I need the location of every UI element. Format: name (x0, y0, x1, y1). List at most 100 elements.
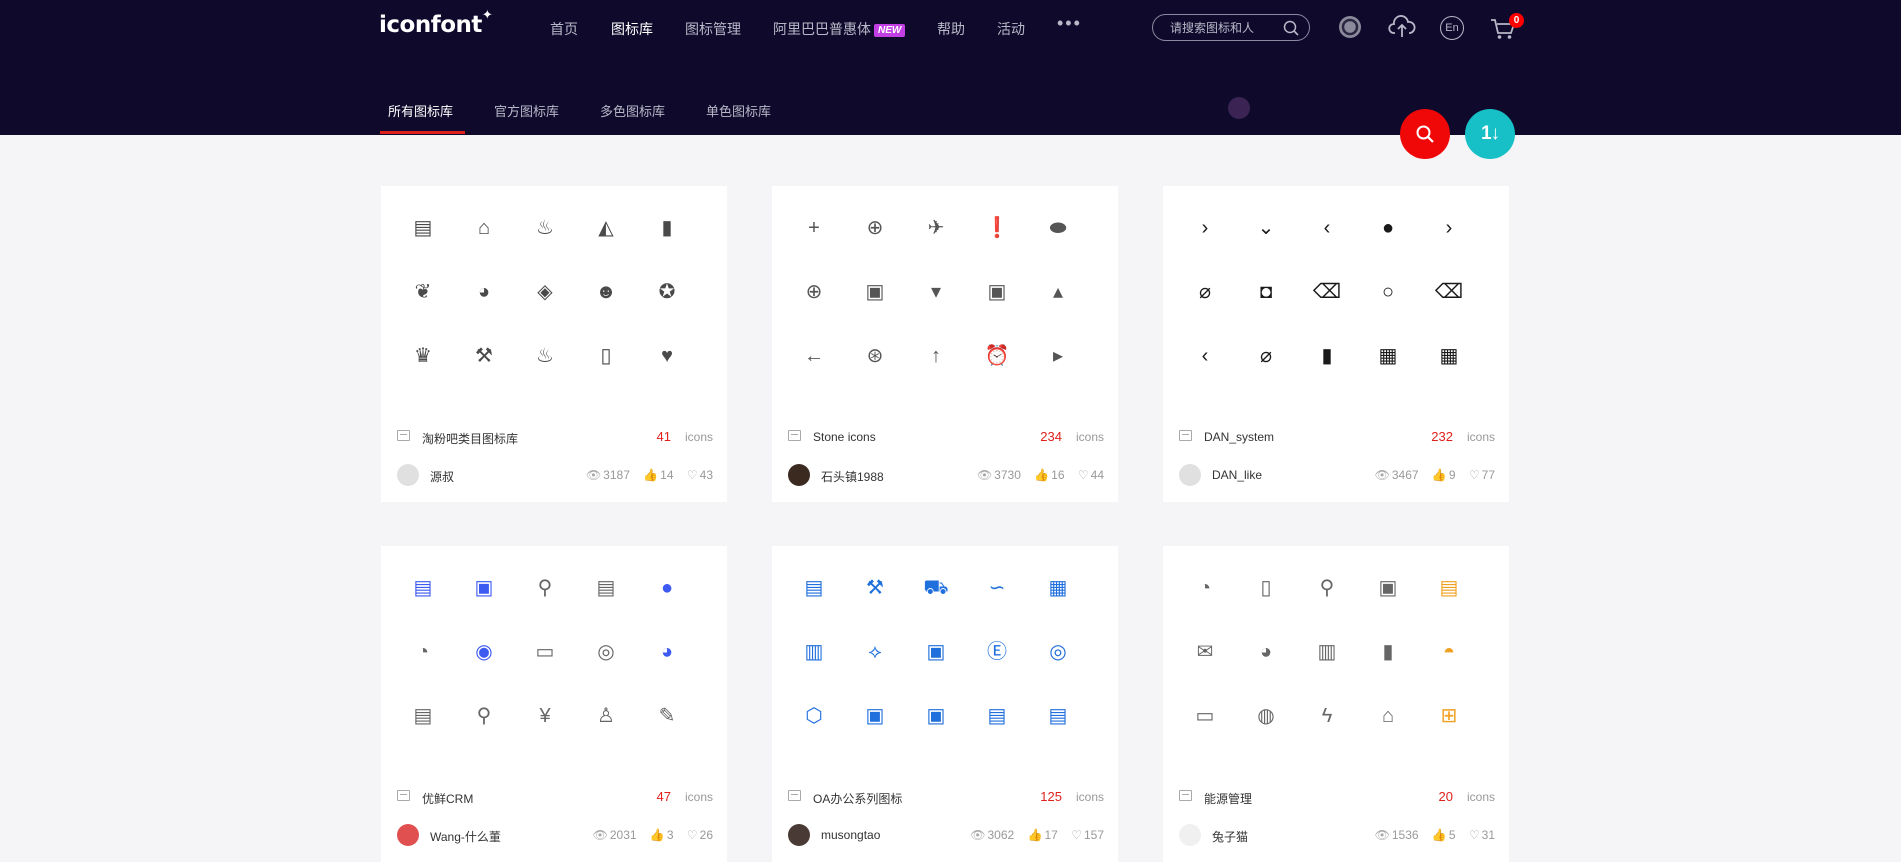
thumbs-up-icon[interactable]: 👍 (643, 468, 658, 482)
plus-circle-icon[interactable]: ⊕ (855, 208, 895, 248)
heart-icon[interactable]: ♡ (1469, 828, 1480, 842)
battery-icon[interactable]: ▭ (1185, 696, 1225, 736)
form-user-icon[interactable]: ▤ (794, 568, 834, 608)
basket-outline-icon[interactable]: ▦ (1429, 336, 1469, 376)
sort-fab-button[interactable]: 1↓ (1465, 109, 1515, 159)
network-icon[interactable]: ⊞ (1429, 696, 1469, 736)
sliders-icon[interactable]: ▥ (1307, 632, 1347, 672)
upload-cloud-icon[interactable] (1388, 15, 1416, 39)
avatar[interactable] (1179, 824, 1201, 846)
library-title[interactable]: DAN_system (1204, 430, 1274, 444)
tab-multicolor-libraries[interactable]: 多色图标库 (600, 101, 665, 120)
person-filled-icon[interactable]: ● (647, 568, 687, 608)
author-name[interactable]: musongtao (821, 828, 880, 842)
library-card[interactable]: ▤ ⚒ ⛟ ∽ ▦ ▥ ⟡ ▣ Ⓔ ◎ ⬡ ▣ ▣ ▤ ▤ OA办公系列图标 125 icons muson… (772, 546, 1118, 862)
lifebuoy-icon[interactable]: ◎ (1038, 632, 1078, 672)
cubes-icon[interactable]: ⬡ (794, 696, 834, 736)
cup-icon[interactable]: ◭ (586, 208, 626, 248)
author-name[interactable]: 兔子猫 (1212, 828, 1248, 845)
person-icon[interactable]: ⚲ (525, 568, 565, 608)
nav-item-help[interactable]: 帮助 (937, 19, 965, 39)
plus-filled-icon[interactable]: ⊕ (794, 272, 834, 312)
more-menu-icon[interactable]: ••• (1057, 13, 1082, 34)
user-circle-icon[interactable]: ◉ (464, 632, 504, 672)
library-title[interactable]: 优鲜CRM (422, 790, 473, 807)
avatar[interactable] (397, 824, 419, 846)
house-lock-icon[interactable]: ⌂ (1368, 696, 1408, 736)
apple-icon[interactable]: ● (1368, 208, 1408, 248)
money-bag-filled-icon[interactable]: ◕ (647, 632, 687, 672)
clipboard-icon[interactable]: ▤ (403, 568, 443, 608)
user-circle-outline-icon[interactable]: ◎ (586, 632, 626, 672)
backspace-icon[interactable]: ⌫ (1307, 272, 1347, 312)
pie-chart-icon[interactable]: ◕ (1246, 632, 1286, 672)
person-money-icon[interactable]: ♙ (586, 696, 626, 736)
alert-circle-icon[interactable]: ❗ (977, 208, 1017, 248)
route-icon[interactable]: ∽ (977, 568, 1017, 608)
library-card[interactable]: › ⌄ ‹ ● › ⌀ ◘ ⌫ ○ ⌫ ‹ ⌀ ▮ ▦ ▦ DAN_system 232 icons DAN… (1163, 186, 1509, 502)
flame-icon[interactable]: ♨ (525, 336, 565, 376)
doc-search-icon[interactable]: ▣ (1368, 568, 1408, 608)
nav-item-icon-library[interactable]: 图标库 (611, 19, 653, 39)
search-fab-button[interactable] (1400, 109, 1450, 159)
avatar[interactable] (1179, 464, 1201, 486)
bar-chart-icon[interactable]: ▮ (1368, 632, 1408, 672)
user-settings-icon[interactable]: ⚲ (1307, 568, 1347, 608)
airplane-icon[interactable]: ✈ (916, 208, 956, 248)
tools-icon[interactable]: ⚒ (464, 336, 504, 376)
apple-outline-icon[interactable]: ○ (1368, 272, 1408, 312)
library-title[interactable]: OA办公系列图标 (813, 790, 902, 807)
library-title[interactable]: 能源管理 (1204, 790, 1252, 807)
note-edit-icon[interactable]: ✎ (647, 696, 687, 736)
lipstick-icon[interactable]: ▮ (647, 208, 687, 248)
android-icon[interactable]: ◘ (1246, 272, 1286, 312)
gauge-icon[interactable]: ◔ (1185, 568, 1225, 608)
caret-right-icon[interactable]: ▸ (1038, 336, 1078, 376)
chevron-right-icon[interactable]: › (1429, 208, 1469, 248)
plant-icon[interactable]: ❦ (403, 272, 443, 312)
author-name[interactable]: 石头镇1988 (821, 468, 884, 485)
avatar[interactable] (788, 464, 810, 486)
heart-icon[interactable]: ♡ (687, 828, 698, 842)
baby-face-icon[interactable]: ☻ (586, 272, 626, 312)
ed-badge-icon[interactable]: Ⓔ (977, 632, 1017, 672)
search-box[interactable] (1152, 14, 1310, 41)
caret-down-icon[interactable]: ▾ (916, 272, 956, 312)
calendar-temp-icon[interactable]: ▣ (916, 632, 956, 672)
notepad-lines-icon[interactable]: ▤ (1429, 568, 1469, 608)
heart-icon[interactable]: ♡ (1078, 468, 1089, 482)
tab-monochrome-libraries[interactable]: 单色图标库 (706, 101, 771, 120)
chevron-left-icon[interactable]: ‹ (1307, 208, 1347, 248)
money-bag-icon[interactable]: ◔ (403, 632, 443, 672)
doc-bolt-icon[interactable]: ▯ (1246, 568, 1286, 608)
caret-up-icon[interactable]: ▴ (1038, 272, 1078, 312)
thumbs-up-icon[interactable]: 👍 (1432, 468, 1447, 482)
paperclip-icon[interactable]: ⌀ (1246, 336, 1286, 376)
library-card[interactable]: + ⊕ ✈ ❗ ⬬ ⊕ ▣ ▾ ▣ ▴ ← ⊛ ↑ ⏰ ▸ Stone icons 234 icons 石头… (772, 186, 1118, 502)
file-icon[interactable]: ▮ (1307, 336, 1347, 376)
heart-icon[interactable]: ♡ (1071, 828, 1082, 842)
search-icon[interactable]: ⚲ (464, 696, 504, 736)
heart-icon[interactable]: ♡ (1469, 468, 1480, 482)
pot-icon[interactable]: ♨ (525, 208, 565, 248)
avatar[interactable] (397, 464, 419, 486)
paperclip-icon[interactable]: ⌀ (1185, 272, 1225, 312)
search-icon[interactable] (1283, 20, 1299, 36)
shopping-bag-icon[interactable]: ▣ (855, 272, 895, 312)
author-name[interactable]: Wang-什么董 (430, 828, 501, 845)
clipboard-upload-icon[interactable]: ▤ (977, 696, 1017, 736)
alarm-clock-icon[interactable]: ⏰ (977, 336, 1017, 376)
thumbs-up-icon[interactable]: 👍 (1034, 468, 1049, 482)
nav-item-icon-management[interactable]: 图标管理 (685, 19, 741, 39)
chevron-down-icon[interactable]: ⌄ (1246, 208, 1286, 248)
iconfont-logo[interactable]: iconfont✦ (379, 8, 493, 38)
nav-item-activity[interactable]: 活动 (997, 19, 1025, 39)
id-card-user-icon[interactable]: ▣ (855, 696, 895, 736)
arrow-up-icon[interactable]: ↑ (916, 336, 956, 376)
author-name[interactable]: DAN_like (1212, 468, 1262, 482)
avatar[interactable] (788, 824, 810, 846)
workflow-icon[interactable]: ⟡ (855, 632, 895, 672)
lightning-icon[interactable]: ϟ (1307, 696, 1347, 736)
arrow-left-icon[interactable]: ← (794, 336, 834, 376)
backspace-filled-icon[interactable]: ⌫ (1429, 272, 1469, 312)
